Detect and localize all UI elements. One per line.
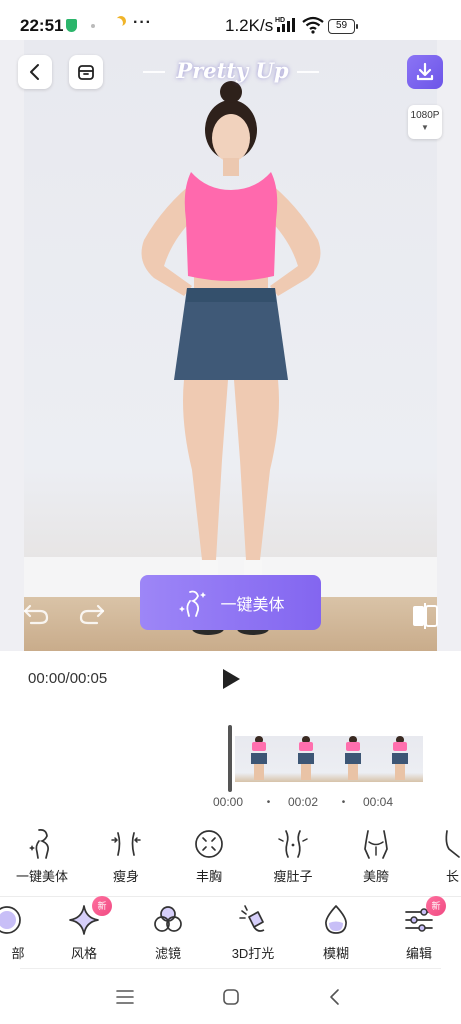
network-speed: 1.2K/s [225,16,274,35]
tool-label: 丰胸 [195,869,222,884]
status-time: 22:51 [20,16,64,35]
tool-long-legs[interactable]: 长 [413,826,461,885]
divider [20,968,441,969]
face-icon [0,906,21,934]
timeline-dot: • [341,796,346,808]
app-logo: Pretty Up [176,58,289,83]
new-badge: 新 [92,896,112,916]
category-label: 模糊 [322,946,349,961]
security-shield-icon [66,19,77,32]
system-nav-bar [0,972,461,1024]
spotlight-icon [239,905,265,932]
category-filter[interactable]: 滤镜 [133,902,203,962]
notification-dot-icon [91,24,95,28]
tool-one-key-beauty[interactable]: 一键美体 [2,826,82,885]
tool-label: 瘦肚子 [273,869,313,884]
undo-icon[interactable] [22,601,50,627]
category-face[interactable]: 部 [0,902,42,962]
tool-label: 长 [446,869,460,884]
timeline-dot: • [266,796,271,808]
video-preview[interactable] [24,40,437,651]
leg-lengthen-icon [445,830,460,858]
timeline-frame [235,736,282,782]
tool-label: 美胯 [362,869,389,884]
back-button[interactable] [18,55,52,89]
tool-chest[interactable]: 丰胸 [169,826,249,885]
archive-box-icon [78,65,94,80]
category-style[interactable]: 风格 新 [49,896,119,962]
category-label: 编辑 [405,946,432,961]
timeline-label: 00:02 [288,795,319,809]
timeline-label: 00:00 [213,795,244,809]
tool-label: 一键美体 [15,869,68,884]
category-label: 风格 [70,946,97,961]
timeline-label: 00:04 [363,795,394,809]
one-key-beauty-button[interactable]: 一键美体 [140,575,321,630]
download-icon [416,62,434,81]
chevron-left-icon [30,64,39,80]
home-icon[interactable] [222,988,240,1006]
person-figure [141,81,321,635]
category-label: 部 [11,946,25,961]
body-silhouette-icon [29,829,49,859]
play-icon[interactable] [219,667,243,691]
timeline-playhead[interactable] [228,725,232,792]
moon-icon [113,18,123,28]
category-3d-lighting[interactable]: 3D打光 [218,902,288,962]
dropdown-triangle-icon: ▼ [421,123,429,132]
tool-slim-belly[interactable]: 瘦肚子 [253,826,333,885]
timeline-labels: 00:00 • 00:02 • 00:04 [213,795,399,809]
one-key-beauty-label: 一键美体 [220,596,285,614]
droplet-icon [325,905,347,934]
save-draft-button[interactable] [69,55,103,89]
category-edit[interactable]: 编辑 新 [384,896,454,962]
redo-icon[interactable] [78,601,106,627]
battery-indicator: 59 [328,19,358,34]
category-label: 滤镜 [154,946,181,961]
waist-slim-icon [111,832,141,856]
download-button[interactable] [407,55,443,89]
tool-label: 瘦身 [112,869,139,884]
tool-hip[interactable]: 美胯 [336,826,416,885]
menu-icon[interactable] [116,989,134,1005]
body-tools-row: 一键美体 瘦身 丰胸 瘦肚子 美胯 长 [0,826,461,886]
timeline-strip[interactable] [235,736,423,782]
belly-slim-icon [278,830,308,858]
category-label: 3D打光 [231,946,275,961]
logo-line-right [297,71,319,73]
resolution-selector[interactable]: 1080P ▼ [408,105,442,139]
wifi-icon [302,16,324,34]
resolution-label: 1080P [410,110,440,121]
more-notifications-indicator: ··· [133,14,152,31]
filter-circles-icon [154,906,182,932]
timeline-frame [376,736,423,782]
playback-time: 00:00/00:05 [28,670,108,687]
signal-icon [277,18,295,32]
timeline-frame [282,736,329,782]
body-sparkle-icon [179,590,207,617]
compare-icon[interactable] [410,601,440,631]
category-row: 部 风格 新 滤镜 3D打光 模糊 编辑 新 [0,896,461,966]
chest-enhance-icon [195,830,223,858]
timeline-frame [329,736,376,782]
back-nav-icon[interactable] [328,987,342,1007]
hip-shape-icon [364,830,388,859]
status-bar: 22:51 ··· 1.2K/s HD 59 [0,0,461,40]
divider [0,896,461,897]
tool-slim-body[interactable]: 瘦身 [86,826,166,885]
new-badge: 新 [426,896,446,916]
category-blur[interactable]: 模糊 [301,902,371,962]
